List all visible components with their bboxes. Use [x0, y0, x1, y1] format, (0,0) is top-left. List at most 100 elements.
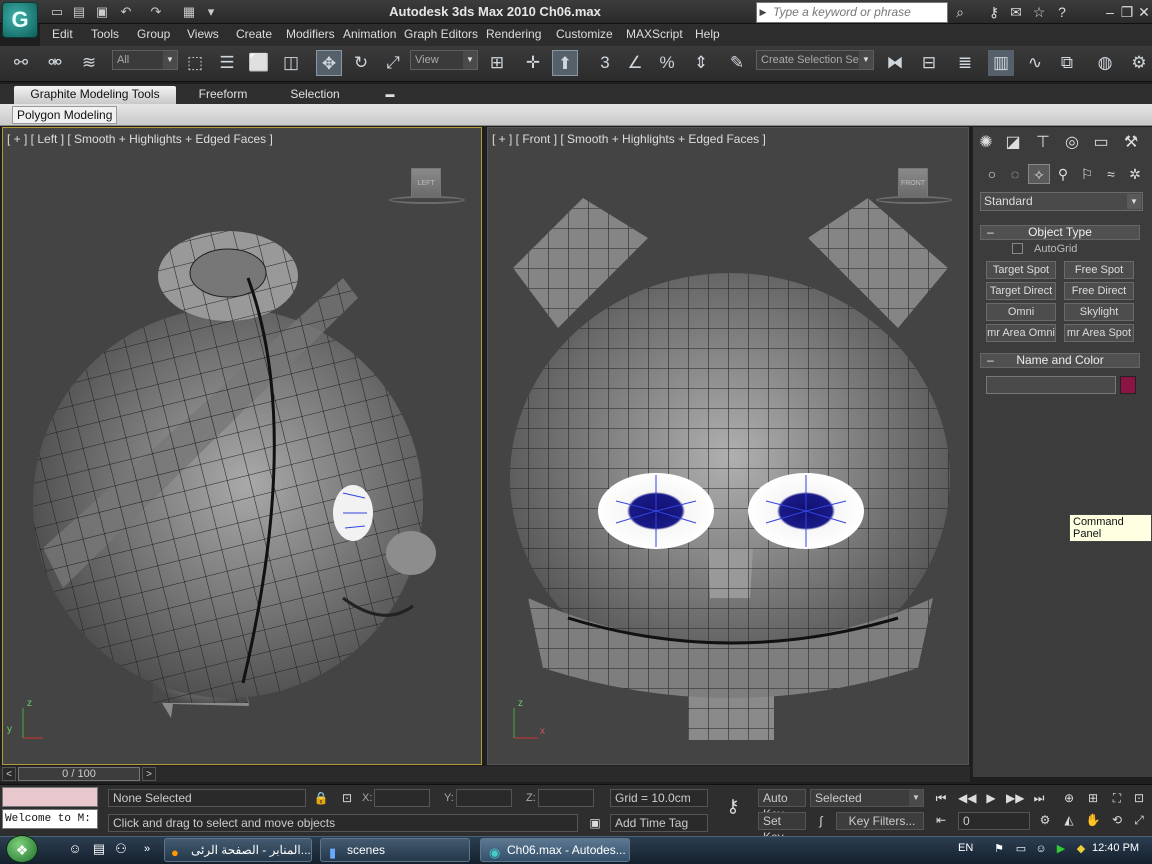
percent-snap-icon[interactable]: % — [654, 50, 680, 76]
modify-tab-icon[interactable]: ◪ — [1000, 130, 1026, 156]
select-and-link-icon[interactable]: ⚯ — [8, 50, 34, 76]
helpers-icon[interactable]: ⚐ — [1076, 164, 1098, 184]
menu-modifiers[interactable]: Modifiers — [286, 27, 335, 41]
hierarchy-tab-icon[interactable]: ⊤ — [1030, 130, 1056, 156]
search-expand-icon[interactable]: ▶ — [757, 4, 769, 20]
object-type-rollout-header[interactable]: – Object Type — [980, 225, 1140, 240]
mirror-icon[interactable]: ⧓ — [882, 50, 908, 76]
x-coordinate-field[interactable] — [374, 789, 430, 807]
undo-icon[interactable]: ↶ — [117, 4, 135, 20]
viewport-front[interactable]: [ + ] [ Front ] [ Smooth + Highlights + … — [487, 127, 969, 765]
systems-icon[interactable]: ✲ — [1124, 164, 1146, 184]
absolute-mode-icon[interactable]: ⊡ — [338, 790, 356, 806]
time-configuration-icon[interactable]: ⚙ — [1036, 812, 1054, 828]
messenger-icon[interactable]: ☺ — [66, 840, 84, 858]
previous-key-icon[interactable]: ◀◀ — [958, 790, 976, 806]
close-icon[interactable]: ✕ — [1134, 3, 1152, 21]
ribbon-tab-graphite[interactable]: Graphite Modeling Tools — [14, 86, 176, 104]
pivot-point-center-icon[interactable]: ⊞ — [484, 50, 510, 76]
next-key-icon[interactable]: ▶▶ — [1006, 790, 1024, 806]
space-warps-icon[interactable]: ≈ — [1100, 164, 1122, 184]
zoom-extents-all-icon[interactable]: ⊡ — [1130, 790, 1148, 806]
set-key-button[interactable]: Set Key — [758, 812, 806, 844]
ribbon-options-icon[interactable]: ▬ — [382, 86, 398, 104]
menu-maxscript[interactable]: MAXScript — [626, 27, 683, 41]
tray-volume-icon[interactable]: ◆ — [1072, 840, 1090, 858]
key-icon[interactable]: ⚷ — [984, 3, 1004, 21]
zoom-all-icon[interactable]: ⊞ — [1084, 790, 1102, 806]
object-color-swatch[interactable] — [1120, 376, 1136, 394]
communication-icon[interactable]: ✉ — [1006, 3, 1026, 21]
time-tag-icon[interactable]: ▣ — [586, 815, 604, 831]
omni-button[interactable]: Omni — [986, 303, 1056, 321]
name-color-rollout-header[interactable]: – Name and Color — [980, 353, 1140, 368]
reference-coordinate-dropdown[interactable]: View ▼ — [410, 50, 478, 70]
redo-icon[interactable]: ↷ — [147, 4, 165, 20]
utilities-tab-icon[interactable]: ⚒ — [1118, 130, 1144, 156]
go-to-start-icon[interactable]: ⏮ — [932, 790, 950, 806]
snaps-toggle-icon[interactable]: 3 — [592, 50, 618, 76]
open-file-icon[interactable]: ▤ — [70, 4, 88, 20]
project-folder-icon[interactable]: ▦ — [180, 4, 198, 20]
favorites-star-icon[interactable]: ☆ — [1029, 3, 1049, 21]
bind-space-warp-icon[interactable]: ≋ — [76, 50, 102, 76]
binoculars-icon[interactable]: ⌕ — [950, 3, 970, 21]
key-mode-dropdown[interactable]: Selected ▼ — [810, 789, 924, 807]
taskbar-item-3dsmax[interactable]: ◉ Ch06.max - Autodes... — [480, 838, 630, 862]
menu-customize[interactable]: Customize — [556, 27, 613, 41]
select-and-move-icon[interactable]: ✥ — [316, 50, 342, 76]
shapes-icon[interactable]: ◌ — [1004, 164, 1026, 184]
show-desktop-icon[interactable]: ▤ — [90, 840, 108, 858]
auto-key-button[interactable]: Auto Key — [758, 789, 806, 821]
target-spot-button[interactable]: Target Spot — [986, 261, 1056, 279]
zoom-extents-icon[interactable]: ⛶ — [1108, 790, 1126, 806]
tray-folder-icon[interactable]: ▭ — [1012, 840, 1030, 858]
menu-create[interactable]: Create — [236, 27, 272, 41]
selection-filter-dropdown[interactable]: All ▼ — [112, 50, 178, 70]
free-direct-button[interactable]: Free Direct — [1064, 282, 1134, 300]
lights-icon[interactable]: ✧ — [1028, 164, 1050, 184]
maximize-viewport-icon[interactable]: ⤢ — [1130, 812, 1148, 828]
display-tab-icon[interactable]: ▭ — [1088, 130, 1114, 156]
add-time-tag-button[interactable]: Add Time Tag — [610, 814, 708, 832]
select-and-scale-icon[interactable]: ⤢ — [380, 50, 406, 76]
rectangular-selection-icon[interactable]: ⬜ — [246, 50, 272, 76]
render-setup-icon[interactable]: ⚙ — [1126, 50, 1152, 76]
selection-lock-icon[interactable]: 🔒 — [312, 790, 330, 806]
z-coordinate-field[interactable] — [538, 789, 594, 807]
create-tab-icon[interactable]: ✺ — [973, 130, 999, 156]
help-icon[interactable]: ? — [1052, 3, 1072, 21]
select-by-name-icon[interactable]: ☰ — [214, 50, 240, 76]
key-mode-toggle-icon[interactable]: ⇤ — [932, 812, 950, 828]
ribbon-panel-polygon-modeling[interactable]: Polygon Modeling — [12, 106, 118, 124]
taskbar-item-scenes[interactable]: ▮ scenes — [320, 838, 470, 862]
align-icon[interactable]: ⊟ — [916, 50, 942, 76]
unlink-icon[interactable]: ⚮ — [42, 50, 68, 76]
spinner-snap-icon[interactable]: ⇕ — [688, 50, 714, 76]
object-name-field[interactable] — [986, 376, 1116, 394]
orbit-icon[interactable]: ⟲ — [1108, 812, 1126, 828]
menu-edit[interactable]: Edit — [52, 27, 73, 41]
quicklaunch-more-icon[interactable]: » — [138, 840, 156, 858]
skylight-button[interactable]: Skylight — [1064, 303, 1134, 321]
next-frame-icon[interactable]: > — [142, 767, 156, 781]
cameras-icon[interactable]: ⚲ — [1052, 164, 1074, 184]
curve-editor-icon[interactable]: ∿ — [1022, 50, 1048, 76]
mr-area-omni-button[interactable]: mr Area Omni — [986, 324, 1056, 342]
viewport-left[interactable]: [ + ] [ Left ] [ Smooth + Highlights + E… — [2, 127, 482, 765]
current-frame-field[interactable]: 0 — [958, 812, 1030, 830]
target-direct-button[interactable]: Target Direct — [986, 282, 1056, 300]
maxscript-mini-listener[interactable]: Welcome to M: — [2, 809, 98, 829]
layer-manager-icon[interactable]: ≣ — [952, 50, 978, 76]
go-to-end-icon[interactable]: ⏭ — [1030, 790, 1048, 806]
select-object-icon[interactable]: ⬚ — [182, 50, 208, 76]
key-filters-button[interactable]: Key Filters... — [836, 812, 924, 830]
system-clock[interactable]: 12:40 PM — [1092, 842, 1139, 854]
select-and-rotate-icon[interactable]: ↻ — [348, 50, 374, 76]
geometry-icon[interactable]: ○ — [981, 164, 1003, 184]
select-manipulate-icon[interactable]: ✛ — [520, 50, 546, 76]
material-editor-icon[interactable]: ◍ — [1092, 50, 1118, 76]
default-tangent-icon[interactable]: ∫ — [812, 813, 830, 829]
menu-rendering[interactable]: Rendering — [486, 27, 541, 41]
angle-snap-icon[interactable]: ∠ — [622, 50, 648, 76]
